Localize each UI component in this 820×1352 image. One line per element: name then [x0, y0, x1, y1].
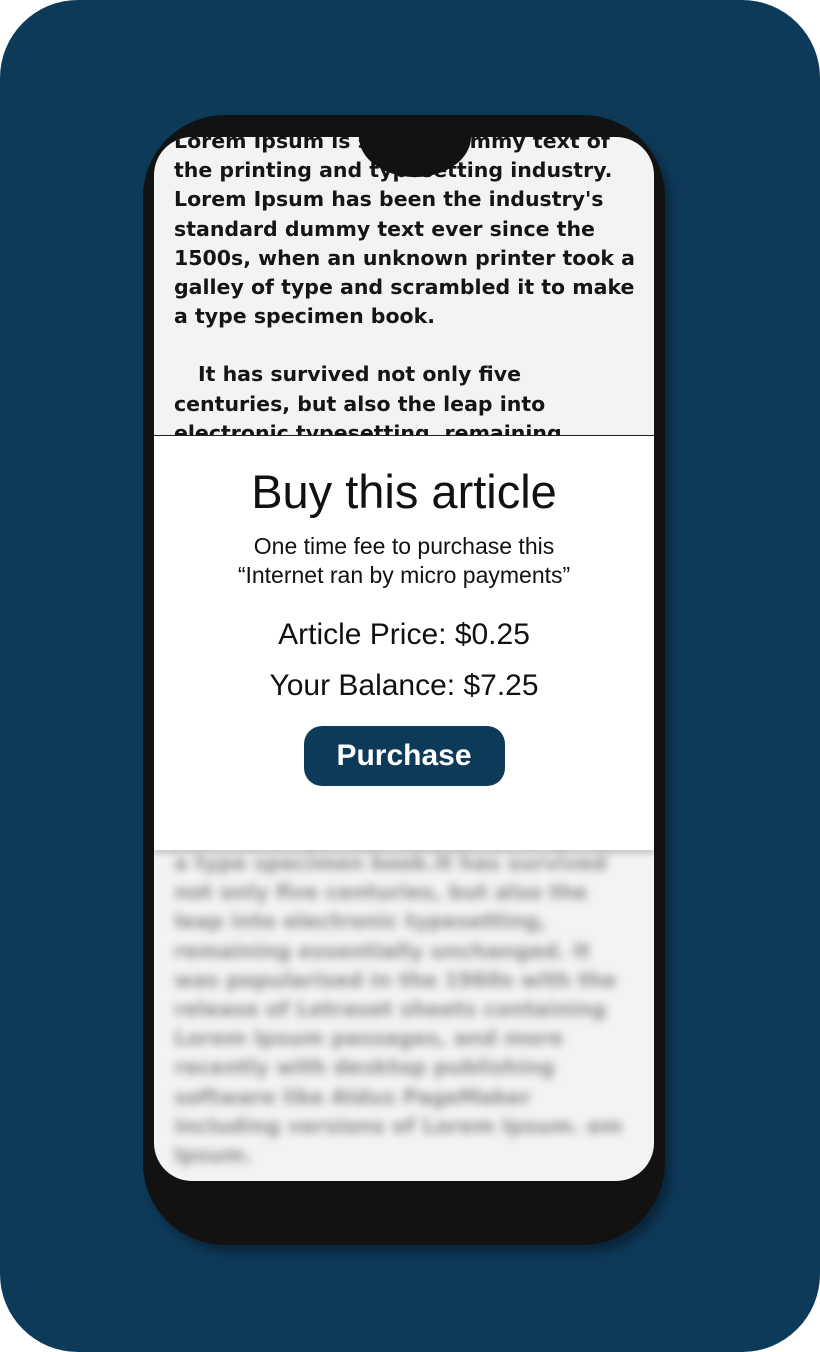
- paywall-card: Buy this article One time fee to purchas…: [154, 435, 654, 850]
- purchase-button[interactable]: Purchase: [303, 726, 505, 786]
- blurred-article-text: a type specimen book.It has survived not…: [174, 849, 636, 1170]
- paywall-subtitle-line: One time fee to purchase this: [253, 533, 555, 559]
- paywall-subtitle: One time fee to purchase this “Internet …: [154, 532, 654, 590]
- article-paragraph: a type specimen book.It has survived not…: [174, 851, 623, 1168]
- user-balance: Your Balance: $7.25: [269, 669, 539, 702]
- paywall-title: Buy this article: [251, 465, 557, 518]
- app-background: Lorem Ipsum is simply dummy text of the …: [0, 0, 820, 1352]
- paywall-subtitle-line: “Internet ran by micro payments”: [237, 562, 571, 588]
- phone-screen: Lorem Ipsum is simply dummy text of the …: [154, 137, 654, 1181]
- phone-mockup: Lorem Ipsum is simply dummy text of the …: [143, 115, 665, 1245]
- article-price: Article Price: $0.25: [278, 618, 530, 651]
- article-body: Lorem Ipsum is simply dummy text of the …: [174, 137, 636, 477]
